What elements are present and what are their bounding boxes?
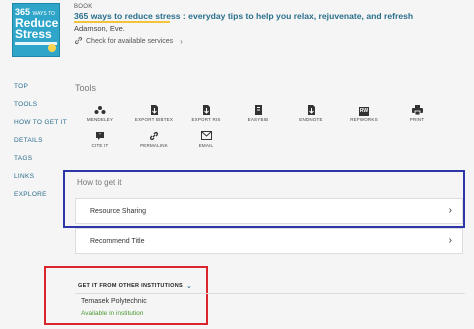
- chevron-right-icon: ›: [180, 37, 183, 46]
- recommend-title-option[interactable]: Recommend Title ›: [75, 228, 463, 254]
- check-services-label: Check for available services: [86, 38, 174, 45]
- resource-type-label: BOOK: [74, 4, 93, 10]
- tools-heading: Tools: [75, 83, 97, 93]
- tool-label: PRINT: [409, 117, 425, 122]
- tool-label: MENDELEY: [86, 117, 114, 122]
- record-page: 365 WAYS TO Reduce Stress BOOK 365 ways t…: [0, 0, 474, 329]
- tool-permalink[interactable]: PERMALINK: [132, 131, 176, 148]
- link-icon: [74, 36, 83, 47]
- chevron-right-icon: ›: [448, 205, 452, 216]
- tool-export-ris[interactable]: EXPORT RIS: [184, 105, 228, 122]
- tool-easybib[interactable]: EASYBIB: [236, 105, 280, 122]
- cite-icon: ”: [78, 131, 122, 141]
- other-institutions-toggle[interactable]: GET IT FROM OTHER INSTITUTIONS ⌄: [78, 282, 192, 290]
- tool-mendeley[interactable]: MENDELEY: [78, 105, 122, 122]
- tool-label: ENDNOTE: [299, 117, 323, 122]
- tool-label: REFWORKS: [350, 117, 378, 122]
- how-to-get-it-heading: How to get it: [77, 178, 122, 187]
- check-services-link[interactable]: Check for available services ›: [74, 36, 183, 47]
- divider: [75, 293, 465, 294]
- refworks-icon: RW: [359, 107, 369, 116]
- export-bibtex-icon: [132, 105, 176, 115]
- tool-label: EXPORT RIS: [191, 117, 221, 122]
- record-title-link[interactable]: 365 ways to reduce stress : everyday tip…: [74, 11, 469, 21]
- tool-label: EMAIL: [198, 143, 214, 148]
- institution-name-link[interactable]: Temasek Polytechnic: [81, 298, 147, 305]
- tool-label: PERMALINK: [140, 143, 168, 148]
- record-author[interactable]: Adamson, Eve.: [74, 24, 125, 33]
- nav-item-details[interactable]: DETAILS: [14, 137, 43, 144]
- other-institutions-heading: GET IT FROM OTHER INSTITUTIONS: [78, 283, 183, 289]
- easybib-icon: [236, 105, 280, 115]
- nav-item-how-to-get-it[interactable]: HOW TO GET IT: [14, 119, 67, 126]
- chevron-right-icon: ›: [448, 235, 452, 246]
- tool-label: EASYBIB: [247, 117, 269, 122]
- tool-label: EXPORT BIBTEX: [134, 117, 174, 122]
- nav-item-links[interactable]: LINKS: [14, 173, 34, 180]
- email-icon: [184, 131, 228, 141]
- permalink-icon: [132, 131, 176, 141]
- availability-status: Available in institution: [81, 310, 144, 317]
- resource-sharing-option[interactable]: Resource Sharing ›: [75, 198, 463, 224]
- nav-item-top[interactable]: TOP: [14, 83, 28, 90]
- tool-email[interactable]: EMAIL: [184, 131, 228, 148]
- book-cover-image[interactable]: 365 WAYS TO Reduce Stress: [12, 3, 60, 57]
- cover-word-stress: Stress: [15, 27, 52, 41]
- tool-export-bibtex[interactable]: EXPORT BIBTEX: [132, 105, 176, 122]
- tool-refworks[interactable]: RW REFWORKS: [342, 105, 386, 122]
- title-highlight-underline: [74, 21, 170, 23]
- tool-label: CITE IT: [91, 143, 109, 148]
- tool-cite-it[interactable]: ” CITE IT: [78, 131, 122, 148]
- export-ris-icon: [184, 105, 228, 115]
- nav-item-explore[interactable]: EXPLORE: [14, 191, 47, 198]
- tool-print[interactable]: PRINT: [395, 105, 439, 122]
- option-label: Recommend Title: [90, 237, 145, 245]
- chevron-down-icon: ⌄: [185, 283, 193, 290]
- tool-endnote[interactable]: ENDNOTE: [289, 105, 333, 122]
- cover-badge: [48, 44, 56, 52]
- option-label: Resource Sharing: [90, 207, 147, 215]
- mendeley-icon: [78, 105, 122, 115]
- print-icon: [395, 105, 439, 116]
- nav-item-tags[interactable]: TAGS: [14, 155, 32, 162]
- endnote-icon: [289, 105, 333, 115]
- nav-item-tools[interactable]: TOOLS: [14, 101, 37, 108]
